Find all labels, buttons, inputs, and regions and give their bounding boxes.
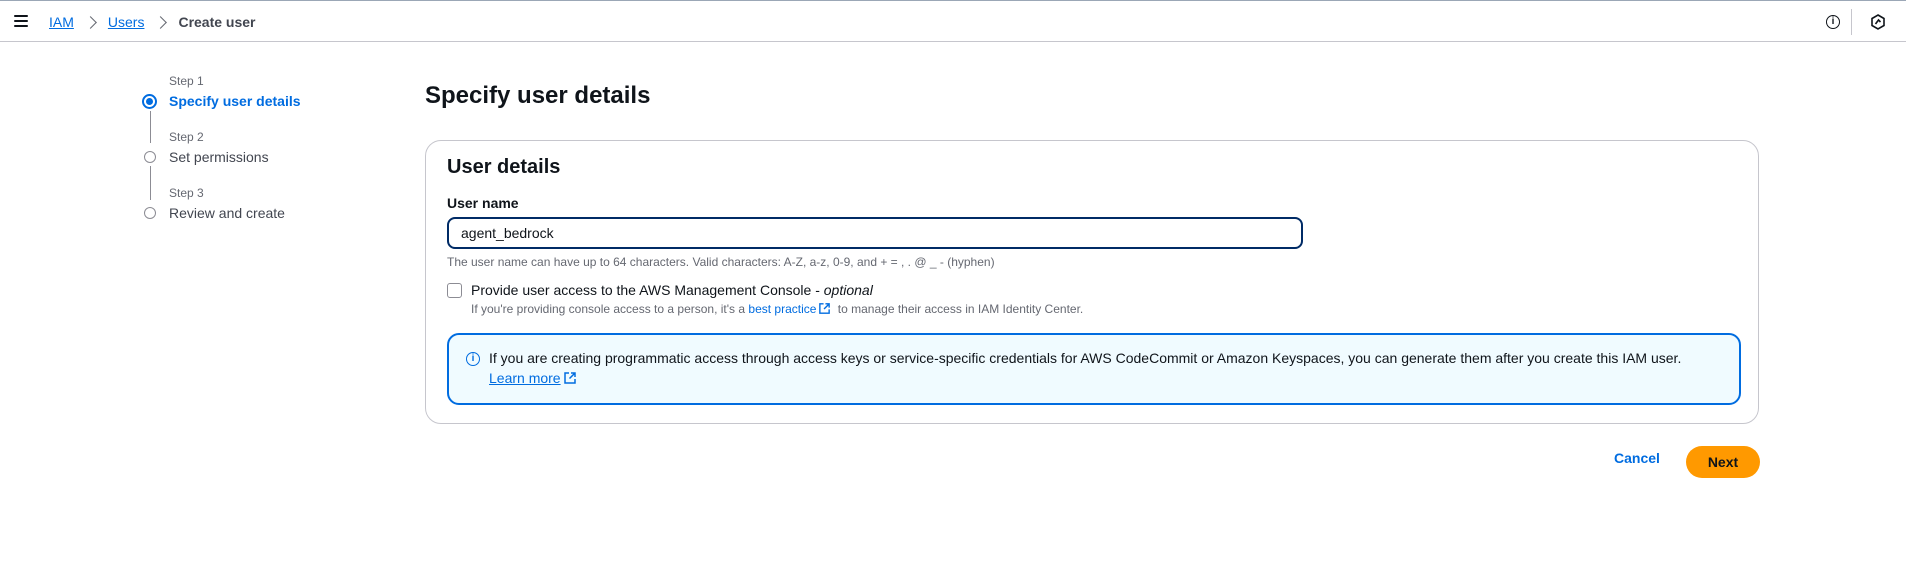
console-access-label[interactable]: Provide user access to the AWS Managemen… [471, 282, 873, 298]
learn-more-link[interactable]: Learn more [489, 370, 580, 388]
hamburger-menu-icon[interactable] [14, 15, 30, 28]
breadcrumb: IAM Users Create user [49, 14, 256, 30]
breadcrumb-current: Create user [178, 14, 256, 30]
step-1-indicator-icon [142, 94, 157, 109]
step-3-title: Review and create [169, 205, 285, 221]
step-connector [150, 111, 151, 143]
console-access-description: If you're providing console access to a … [471, 302, 1083, 318]
alert-text: If you are creating programmatic access … [489, 350, 1682, 366]
console-access-label-text: Provide user access to the AWS Managemen… [471, 282, 824, 298]
step-1-title[interactable]: Specify user details [169, 93, 301, 109]
learn-more-text: Learn more [489, 370, 561, 386]
chevron-right-icon [154, 15, 168, 29]
page-title: Specify user details [425, 82, 651, 109]
chevron-right-icon [84, 15, 97, 29]
info-icon: i [466, 352, 480, 366]
optional-tag: optional [823, 282, 873, 298]
step-2-title: Set permissions [169, 149, 269, 165]
external-link-icon [563, 371, 577, 388]
console-access-checkbox[interactable] [447, 283, 462, 298]
step-3-indicator-icon [144, 207, 156, 219]
step-2-label: Step 2 [169, 130, 204, 144]
divider [1851, 9, 1852, 35]
user-name-label: User name [447, 195, 519, 211]
step-1-label: Step 1 [169, 74, 204, 88]
best-practice-link[interactable]: best practice [748, 302, 816, 316]
breadcrumb-users[interactable]: Users [108, 14, 145, 30]
cancel-button[interactable]: Cancel [1606, 446, 1668, 470]
info-alert: i If you are creating programmatic acces… [447, 333, 1741, 405]
tools-icon[interactable] [1870, 14, 1886, 35]
next-button[interactable]: Next [1686, 446, 1760, 478]
external-link-icon[interactable] [818, 302, 831, 318]
user-name-constraint: The user name can have up to 64 characte… [447, 255, 995, 269]
container-title: User details [447, 156, 561, 178]
top-navigation: IAM Users Create user i [0, 0, 1906, 42]
info-icon[interactable]: i [1826, 15, 1840, 29]
step-2-indicator-icon [144, 151, 156, 163]
user-details-container: User details User name The user name can… [425, 140, 1759, 424]
user-name-input[interactable] [447, 217, 1303, 249]
description-suffix: to manage their access in IAM Identity C… [834, 302, 1084, 316]
breadcrumb-iam[interactable]: IAM [49, 14, 74, 30]
description-prefix: If you're providing console access to a … [471, 302, 749, 316]
step-3-label: Step 3 [169, 186, 204, 200]
step-connector [150, 166, 151, 200]
